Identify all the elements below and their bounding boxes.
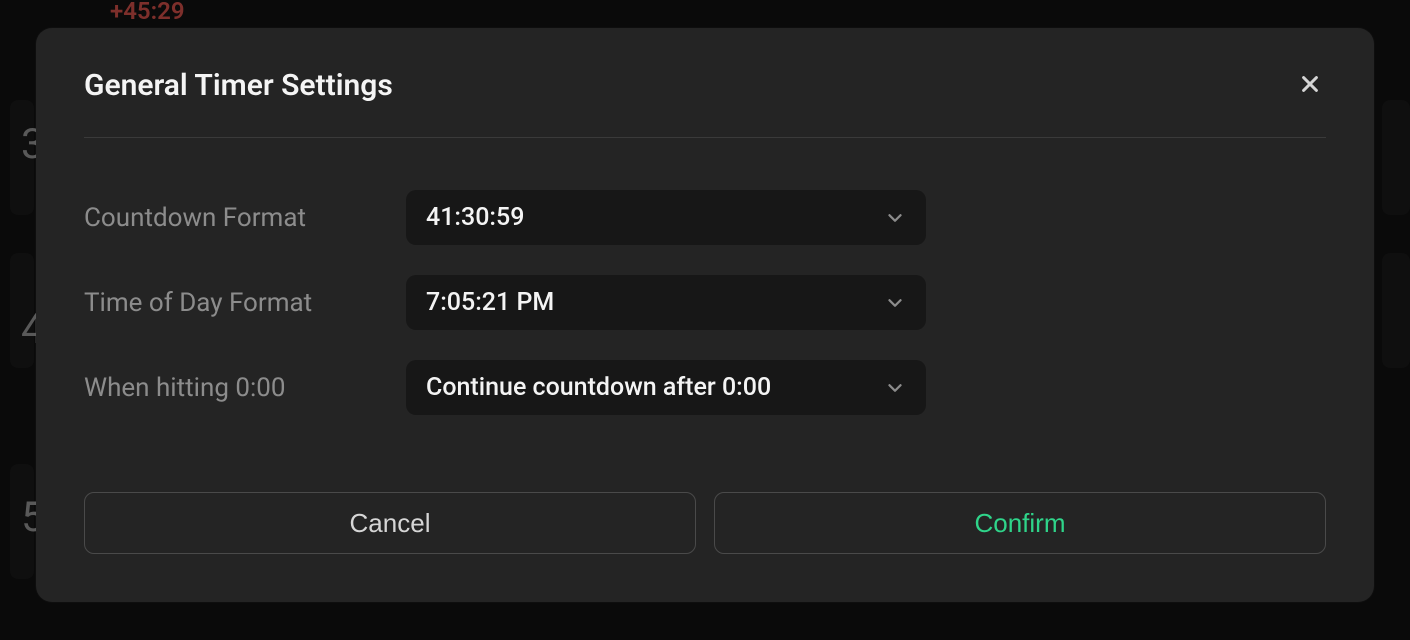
when-hitting-zero-label: When hitting 0:00 [84,373,406,403]
confirm-button[interactable]: Confirm [714,492,1326,554]
close-icon [1299,73,1321,98]
time-of-day-format-row: Time of Day Format 7:05:21 PM [84,275,1326,330]
countdown-format-label: Countdown Format [84,203,406,233]
time-of-day-format-label: Time of Day Format [84,288,406,318]
when-hitting-zero-select[interactable]: Continue countdown after 0:00 [406,360,926,415]
chevron-down-icon [884,377,906,399]
modal-title: General Timer Settings [84,68,393,103]
chevron-down-icon [884,292,906,314]
modal-body: Countdown Format 41:30:59 Time of Day Fo… [84,138,1326,492]
time-of-day-format-value: 7:05:21 PM [426,288,554,317]
time-of-day-format-select[interactable]: 7:05:21 PM [406,275,926,330]
countdown-format-select[interactable]: 41:30:59 [406,190,926,245]
bg-top-remaining-time: +45:29 [110,0,185,25]
modal-footer: Cancel Confirm [84,492,1326,554]
chevron-down-icon [884,207,906,229]
bg-block [1382,100,1410,215]
close-button[interactable] [1294,70,1326,102]
when-hitting-zero-select-wrap: Continue countdown after 0:00 [406,360,926,415]
settings-modal: General Timer Settings Countdown Format … [36,28,1374,602]
when-hitting-zero-row: When hitting 0:00 Continue countdown aft… [84,360,1326,415]
time-of-day-format-select-wrap: 7:05:21 PM [406,275,926,330]
countdown-format-select-wrap: 41:30:59 [406,190,926,245]
countdown-format-row: Countdown Format 41:30:59 [84,190,1326,245]
modal-header: General Timer Settings [84,68,1326,138]
bg-block [1382,253,1410,368]
when-hitting-zero-value: Continue countdown after 0:00 [426,373,771,402]
countdown-format-value: 41:30:59 [426,203,524,232]
cancel-button[interactable]: Cancel [84,492,696,554]
